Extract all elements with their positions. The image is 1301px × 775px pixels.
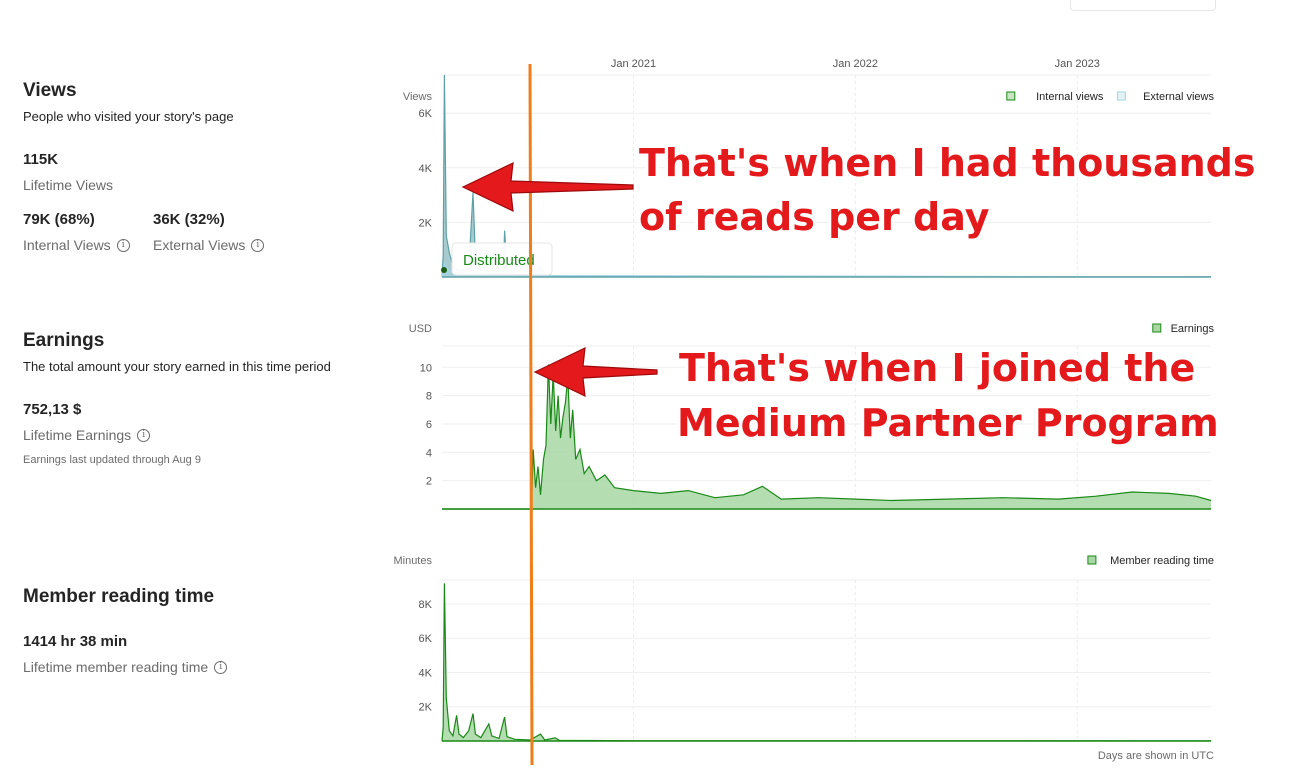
y-tick-label: 4K — [419, 667, 433, 679]
utc-footnote: Days are shown in UTC — [1098, 750, 1214, 762]
series-line — [441, 583, 1212, 742]
views-callout-line2: of reads per day — [639, 195, 990, 239]
views-callout-arrow — [461, 161, 634, 213]
y-axis-label: Minutes — [393, 555, 432, 567]
series-line — [441, 261, 1212, 278]
distributed-label: Distributed — [463, 252, 535, 269]
y-tick-label: 4K — [419, 163, 433, 175]
y-tick-label: 8K — [419, 599, 433, 611]
y-tick-label: 6K — [419, 633, 433, 645]
x-tick-label: Jan 2023 — [1055, 58, 1100, 70]
y-tick-label: 6K — [419, 108, 433, 120]
legend-swatch — [1116, 91, 1126, 101]
views-callout-arrow-shape — [461, 161, 634, 213]
legend-swatch — [1087, 555, 1097, 565]
legend-swatch — [1006, 91, 1016, 101]
legend-label: Member reading time — [1110, 555, 1214, 567]
y-axis-label: USD — [409, 323, 432, 335]
y-axis-label: Views — [403, 91, 433, 103]
y-tick-label: 2 — [426, 476, 432, 488]
stats-charts: Jan 2021 Jan 2022 Jan 2023 2K 4K 6K Views Exter… — [393, 58, 1258, 766]
y-tick-label: 10 — [420, 362, 432, 374]
legend-label: External views — [1143, 91, 1214, 103]
earnings-callout-line2: Medium Partner Program — [677, 401, 1219, 445]
earnings-callout-line1: That's when I joined the — [679, 346, 1195, 390]
y-tick-label: 2K — [419, 217, 433, 229]
x-tick-label: Jan 2022 — [833, 58, 878, 70]
series-area — [442, 583, 1211, 741]
y-tick-label: 4 — [426, 447, 432, 459]
legend-label: Internal views — [1036, 91, 1104, 103]
y-tick-label: 6 — [426, 419, 432, 431]
partner-program-marker-line — [528, 63, 534, 766]
legend-swatch — [1152, 323, 1162, 333]
x-tick-label: Jan 2021 — [611, 58, 656, 70]
distributed-dot — [441, 267, 447, 273]
y-tick-label: 8 — [426, 391, 432, 403]
views-callout-line1: That's when I had thousands — [639, 141, 1255, 185]
y-tick-label: 2K — [419, 702, 433, 714]
series-area — [442, 263, 1211, 277]
legend-label: Earnings — [1171, 323, 1215, 335]
